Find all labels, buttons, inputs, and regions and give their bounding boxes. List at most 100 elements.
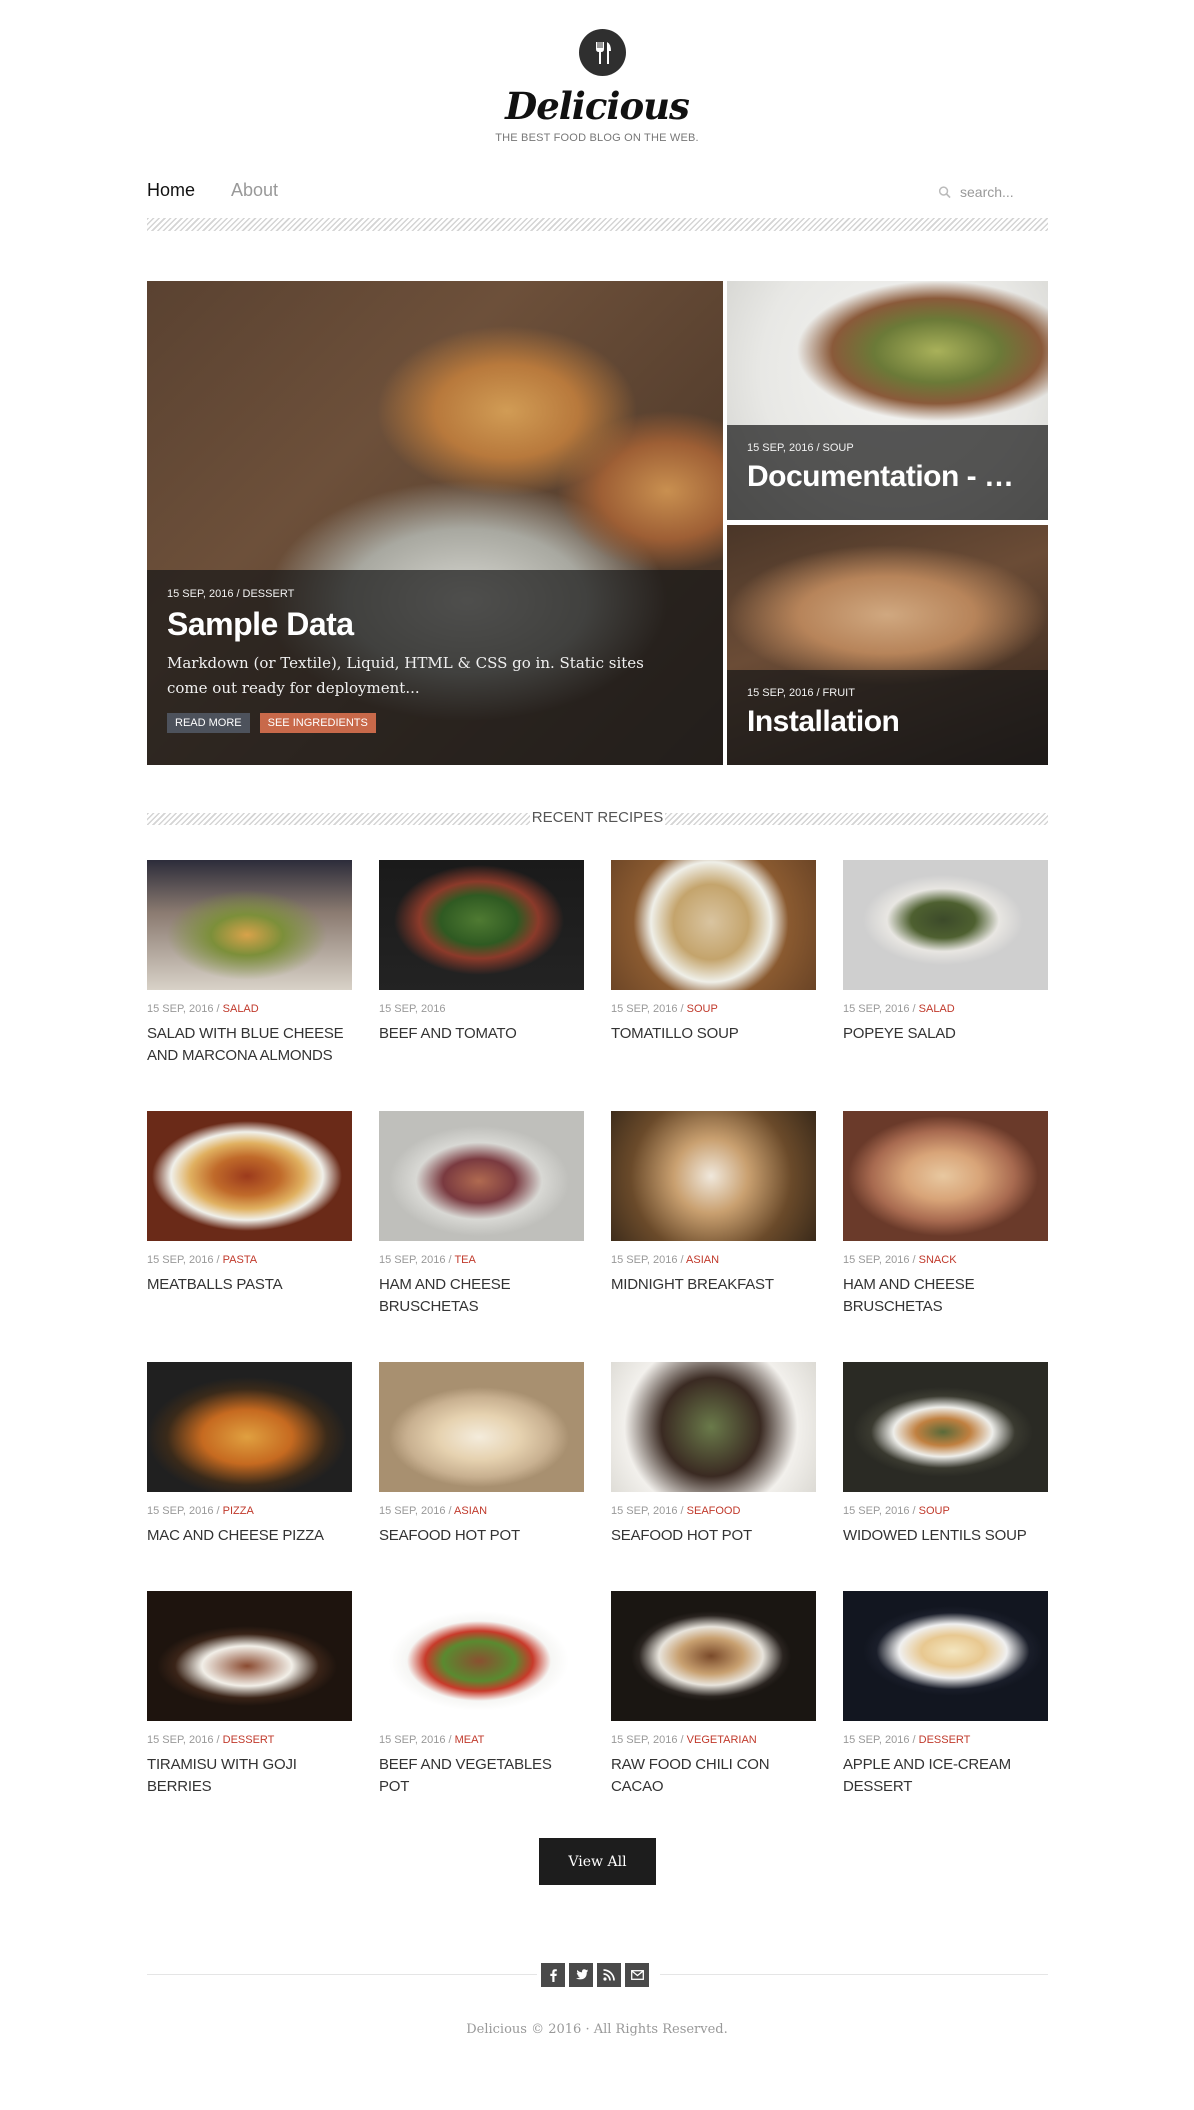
post-title[interactable]: Documentation - Confi...	[747, 460, 1028, 494]
recipe-card[interactable]: 15 SEP, 2016 / MEAT BEEF AND VEGETABLES P…	[379, 1591, 584, 1798]
featured-post-side-1[interactable]: 15 SEP, 2016/SOUP Documentation - Confi.…	[727, 281, 1048, 520]
recipe-image[interactable]	[843, 1591, 1048, 1721]
meta-separator: /	[213, 1734, 223, 1746]
recipe-image[interactable]	[379, 1362, 584, 1492]
post-meta: 15 SEP, 2016/SOUP	[747, 442, 854, 454]
recipe-category[interactable]: TEA	[454, 1254, 475, 1266]
recipe-card[interactable]: 15 SEP, 2016 / TEA HAM AND CHEESE BRUSCHE…	[379, 1111, 584, 1318]
recipe-image[interactable]	[379, 860, 584, 990]
recipe-title[interactable]: SEAFOOD HOT POT	[379, 1525, 584, 1547]
recipe-category[interactable]: SOUP	[919, 1505, 950, 1517]
recipe-card[interactable]: 15 SEP, 2016 / VEGETARIAN RAW FOOD CHILI …	[611, 1591, 816, 1798]
post-title[interactable]: Sample Data	[167, 606, 703, 643]
facebook-icon[interactable]	[541, 1963, 565, 1987]
recipe-title[interactable]: TIRAMISU WITH GOJI BERRIES	[147, 1754, 352, 1798]
recipe-category[interactable]: VEGETARIAN	[687, 1734, 757, 1746]
recipe-image[interactable]	[379, 1591, 584, 1721]
site-logo[interactable]	[579, 29, 626, 76]
recipe-title[interactable]: HAM AND CHEESE BRUSCHETAS	[379, 1274, 584, 1318]
featured-post-main[interactable]: 15 SEP, 2016/DESSERT Sample Data Markdow…	[147, 281, 723, 765]
email-icon[interactable]	[625, 1963, 649, 1987]
recipe-image[interactable]	[611, 860, 816, 990]
recipe-title[interactable]: BEEF AND VEGETABLES POT	[379, 1754, 584, 1798]
recipe-card[interactable]: 15 SEP, 2016 / DESSERT TIRAMISU WITH GOJI…	[147, 1591, 352, 1798]
recipe-category[interactable]: DESSERT	[223, 1734, 275, 1746]
see-ingredients-button[interactable]: SEE INGREDIENTS	[259, 713, 376, 733]
recipe-title[interactable]: RAW FOOD CHILI CON CACAO	[611, 1754, 816, 1798]
recipe-card[interactable]: 15 SEP, 2016 / DESSERT APPLE AND ICE-CREA…	[843, 1591, 1048, 1798]
recipe-image[interactable]	[379, 1111, 584, 1241]
recipe-date: 15 SEP, 2016	[379, 1254, 446, 1266]
meta-separator: /	[909, 1734, 919, 1746]
recipe-meta: 15 SEP, 2016 / TEA	[379, 1254, 584, 1268]
post-category[interactable]: DESSERT	[243, 588, 295, 600]
recipe-title[interactable]: WIDOWED LENTILS SOUP	[843, 1525, 1048, 1547]
recipe-card[interactable]: 15 SEP, 2016 / PASTA MEATBALLS PASTA	[147, 1111, 352, 1296]
nav-item-home[interactable]: Home	[147, 180, 195, 201]
featured-post-side-2[interactable]: 15 SEP, 2016/FRUIT Installation	[727, 525, 1048, 765]
read-more-button[interactable]: READ MORE	[167, 713, 250, 733]
recipe-title[interactable]: HAM AND CHEESE BRUSCHETAS	[843, 1274, 1048, 1318]
recipe-image[interactable]	[147, 860, 352, 990]
recipe-category[interactable]: SNACK	[919, 1254, 957, 1266]
meta-separator: /	[677, 1505, 687, 1517]
footer-divider	[147, 1974, 537, 1975]
recipe-card[interactable]: 15 SEP, 2016 / ASIAN MIDNIGHT BREAKFAST	[611, 1111, 816, 1296]
recipe-category[interactable]: ASIAN	[454, 1505, 487, 1517]
social-links	[541, 1963, 649, 1987]
recipe-card[interactable]: 15 SEP, 2016 / SOUP WIDOWED LENTILS SOUP	[843, 1362, 1048, 1547]
recipe-category[interactable]: ASIAN	[686, 1254, 719, 1266]
recipe-card[interactable]: 15 SEP, 2016 / SOUP TOMATILLO SOUP	[611, 860, 816, 1045]
recipe-card[interactable]: 15 SEP, 2016 / SEAFOOD SEAFOOD HOT POT	[611, 1362, 816, 1547]
recipe-image[interactable]	[843, 1362, 1048, 1492]
recipe-image[interactable]	[147, 1362, 352, 1492]
recipe-image[interactable]	[843, 1111, 1048, 1241]
recipe-category[interactable]: DESSERT	[919, 1734, 971, 1746]
recipe-image[interactable]	[147, 1111, 352, 1241]
view-all-button[interactable]: View All	[539, 1838, 656, 1885]
site-title[interactable]: Delicious	[0, 84, 1194, 128]
recipe-title[interactable]: SEAFOOD HOT POT	[611, 1525, 816, 1547]
recipe-card[interactable]: 15 SEP, 2016 / SALAD SALAD WITH BLUE CHEE…	[147, 860, 352, 1067]
post-category[interactable]: FRUIT	[823, 687, 855, 699]
recipe-category[interactable]: PASTA	[223, 1254, 257, 1266]
recipe-category[interactable]: MEAT	[455, 1734, 485, 1746]
recipe-meta: 15 SEP, 2016 / SALAD	[147, 1003, 352, 1017]
search-icon[interactable]	[938, 185, 951, 199]
rss-icon[interactable]	[597, 1963, 621, 1987]
recipe-title[interactable]: POPEYE SALAD	[843, 1023, 1048, 1045]
recipe-card[interactable]: 15 SEP, 2016 / SNACK HAM AND CHEESE BRUSC…	[843, 1111, 1048, 1318]
recipe-category[interactable]: SOUP	[687, 1003, 718, 1015]
recipe-title[interactable]: APPLE AND ICE-CREAM DESSERT	[843, 1754, 1048, 1798]
twitter-icon[interactable]	[569, 1963, 593, 1987]
recipe-image[interactable]	[611, 1591, 816, 1721]
recipe-date: 15 SEP, 2016	[611, 1254, 678, 1266]
recipe-card[interactable]: 15 SEP, 2016 / PIZZA MAC AND CHEESE PIZZA	[147, 1362, 352, 1547]
recipe-category[interactable]: SALAD	[919, 1003, 955, 1015]
meta-separator: /	[213, 1003, 223, 1015]
recipe-image[interactable]	[611, 1111, 816, 1241]
post-title[interactable]: Installation	[747, 705, 1028, 739]
recipe-meta: 15 SEP, 2016 / SNACK	[843, 1254, 1048, 1268]
recipe-title[interactable]: MIDNIGHT BREAKFAST	[611, 1274, 816, 1296]
recipe-category[interactable]: SEAFOOD	[687, 1505, 741, 1517]
recipe-image[interactable]	[611, 1362, 816, 1492]
recipe-meta: 15 SEP, 2016 / DESSERT	[843, 1734, 1048, 1748]
recipe-image[interactable]	[843, 860, 1048, 990]
recipe-category[interactable]: SALAD	[223, 1003, 259, 1015]
nav-item-about[interactable]: About	[231, 180, 278, 201]
recipe-title[interactable]: BEEF AND TOMATO	[379, 1023, 584, 1045]
post-category[interactable]: SOUP	[823, 442, 854, 454]
recipe-date: 15 SEP, 2016	[379, 1734, 446, 1746]
recipe-image[interactable]	[147, 1591, 352, 1721]
recipe-title[interactable]: TOMATILLO SOUP	[611, 1023, 816, 1045]
recipe-title[interactable]: SALAD WITH BLUE CHEESE AND MARCONA ALMON…	[147, 1023, 352, 1067]
recipe-card[interactable]: 15 SEP, 2016 / ASIAN SEAFOOD HOT POT	[379, 1362, 584, 1547]
recipe-card[interactable]: 15 SEP, 2016 / SALAD POPEYE SALAD	[843, 860, 1048, 1045]
recipe-category[interactable]: PIZZA	[223, 1505, 254, 1517]
recipe-card[interactable]: 15 SEP, 2016 BEEF AND TOMATO	[379, 860, 584, 1045]
recipe-title[interactable]: MAC AND CHEESE PIZZA	[147, 1525, 352, 1547]
recipe-title[interactable]: MEATBALLS PASTA	[147, 1274, 352, 1296]
section-divider	[147, 813, 530, 825]
search-input[interactable]	[960, 184, 1038, 200]
